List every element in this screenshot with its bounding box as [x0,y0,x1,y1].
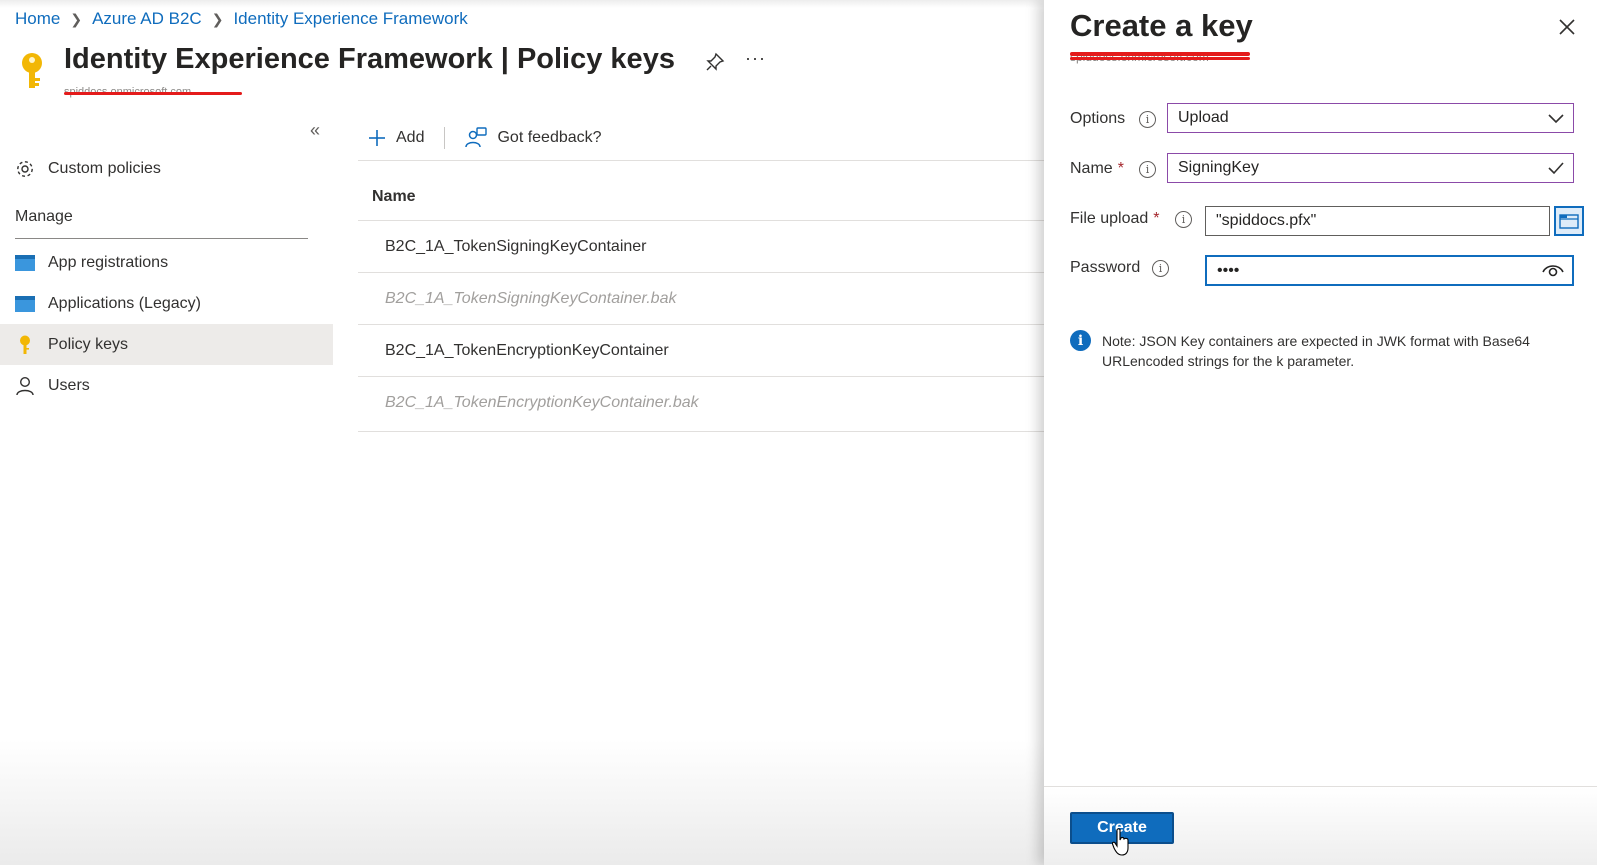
breadcrumb-azure-ad-b2c[interactable]: Azure AD B2C [92,9,202,29]
sidebar-item-custom-policies[interactable]: Custom policies [0,148,333,189]
sidebar-item-label: Users [48,376,90,394]
folder-icon [1559,214,1579,229]
table-row[interactable]: B2C_1A_TokenSigningKeyContainer.bak [358,272,1044,324]
toolbar-divider [444,127,446,149]
password-label: Password [1070,259,1140,277]
sidebar-item-label: App registrations [48,253,169,271]
table-cell: B2C_1A_TokenSigningKeyContainer [385,237,647,255]
table-cell: B2C_1A_TokenEncryptionKeyContainer.bak [385,393,699,411]
command-bar-divider [358,160,1044,161]
tenant-name: spiddocs.onmicrosoft.com [64,86,244,100]
chevron-down-icon [1548,114,1564,124]
password-input[interactable]: •••• [1205,255,1574,286]
table-row[interactable]: B2C_1A_TokenEncryptionKeyContainer.bak [358,376,1044,428]
key-icon [14,334,36,356]
name-label-text: Name [1070,160,1113,177]
file-upload-value: "spiddocs.pfx" [1216,212,1317,229]
breadcrumb-home[interactable]: Home [15,9,60,29]
password-label-text: Password [1070,259,1141,276]
redaction-mark [1070,52,1250,56]
app-registrations-icon [14,252,36,274]
page-title-suffix: | Policy keys [492,43,675,75]
sidebar-item-applications-legacy[interactable]: Applications (Legacy) [0,283,333,324]
info-icon[interactable]: i [1139,161,1156,178]
password-value: •••• [1217,261,1240,279]
manage-heading: Manage [15,208,73,225]
name-input[interactable]: SigningKey [1167,153,1574,183]
page-title-main: Identity Experience Framework [64,43,493,75]
feedback-button[interactable]: Got feedback? [455,127,611,149]
options-label: Options [1070,110,1125,128]
file-upload-label: File upload * [1070,210,1160,228]
add-button[interactable]: Add [358,129,434,147]
options-dropdown[interactable]: Upload [1167,103,1574,133]
plus-icon [369,130,385,146]
user-icon [14,375,36,397]
breadcrumb-identity-experience-framework[interactable]: Identity Experience Framework [233,9,467,29]
sidebar-item-app-registrations[interactable]: App registrations [0,242,333,283]
table-bottom-border [358,431,1044,432]
table-cell: B2C_1A_TokenEncryptionKeyContainer [385,341,669,359]
name-value: SigningKey [1178,159,1259,176]
required-asterisk: * [1117,160,1124,177]
collapse-sidebar-button[interactable]: « [310,120,320,141]
name-label: Name * [1070,160,1124,178]
file-upload-label-text: File upload [1070,210,1149,227]
options-value: Upload [1178,109,1229,126]
breadcrumb: Home ❯ Azure AD B2C ❯ Identity Experienc… [15,8,468,30]
nav-divider [15,238,308,239]
pin-icon[interactable] [705,52,725,72]
info-filled-icon: i [1070,330,1091,351]
table-cell: B2C_1A_TokenSigningKeyContainer.bak [385,289,677,307]
feedback-button-label: Got feedback? [497,129,602,146]
column-header-name[interactable]: Name [372,188,416,206]
chevron-right-icon: ❯ [70,10,83,27]
more-options-icon[interactable]: ··· [745,48,766,69]
top-shade [0,0,1044,8]
sidebar-item-users[interactable]: Users [0,365,333,406]
bottom-shade [0,740,1044,865]
table-row[interactable]: B2C_1A_TokenSigningKeyContainer [358,220,1044,272]
hand-cursor-icon [1112,828,1129,856]
panel-title: Create a key [1070,8,1253,43]
required-asterisk: * [1153,210,1160,227]
info-icon[interactable]: i [1152,260,1169,277]
checkmark-icon [1548,162,1564,175]
feedback-icon [465,127,488,148]
sidebar-item-policy-keys[interactable]: Policy keys [0,324,333,365]
key-icon [22,53,42,88]
applications-legacy-icon [14,293,36,315]
sidebar-item-label: Applications (Legacy) [48,294,201,312]
eye-icon[interactable] [1542,262,1564,280]
browse-file-button[interactable] [1554,206,1584,236]
create-key-panel: Create a key spiddocs.onmicrosoft.com Op… [1044,0,1597,865]
add-button-label: Add [396,129,425,146]
file-upload-input[interactable]: "spiddocs.pfx" [1205,206,1550,236]
info-icon[interactable]: i [1139,111,1156,128]
table-row[interactable]: B2C_1A_TokenEncryptionKeyContainer [358,324,1044,376]
page-title: Identity Experience Framework | Policy k… [64,43,675,76]
info-icon[interactable]: i [1175,211,1192,228]
options-label-text: Options [1070,110,1126,127]
sidebar-item-label: Custom policies [48,159,161,177]
gear-icon [14,158,36,180]
command-bar: Add Got feedback? [358,122,612,154]
sidebar-item-label: Policy keys [48,335,129,353]
jwk-format-note: Note: JSON Key containers are expected i… [1102,333,1530,369]
chevron-right-icon: ❯ [211,10,224,27]
footer-divider [1044,786,1597,787]
close-icon[interactable] [1556,16,1578,38]
